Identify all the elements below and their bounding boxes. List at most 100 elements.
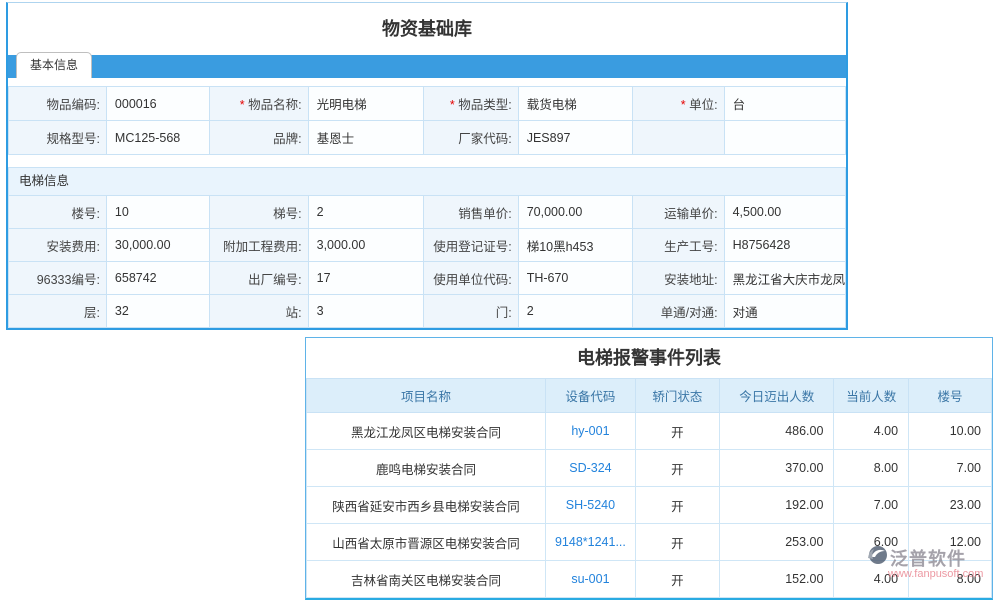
alarm-cell-project: 山西省太原市晋源区电梯安装合同 (307, 524, 546, 561)
device-code-link[interactable]: hy-001 (546, 413, 636, 450)
alarm-table-title: 电梯报警事件列表 (306, 338, 992, 378)
watermark-brand-text: 泛普软件 (890, 545, 966, 571)
basic-info-field-value (724, 121, 845, 155)
elevator-info-field-label: 安装费用: (9, 229, 107, 262)
material-base-panel: 物资基础库 基本信息 物品编码:000016* 物品名称:光明电梯* 物品类型:… (6, 2, 848, 330)
alarm-cell-project: 吉林省南关区电梯安装合同 (307, 561, 546, 598)
elevator-info-field-label: 安装地址: (632, 262, 724, 295)
elevator-info-field-value: H8756428 (724, 229, 845, 262)
alarm-cell-project: 陕西省延安市西乡县电梯安装合同 (307, 487, 546, 524)
alarm-cell-door_status: 开 (635, 561, 719, 598)
alarm-cell-floor: 23.00 (909, 487, 992, 524)
elevator-info-field-value: 梯10黑h453 (518, 229, 632, 262)
elevator-info-field-label: 96333编号: (9, 262, 107, 295)
basic-info-field-label: 品牌: (209, 121, 308, 155)
elevator-info-field-value: 2 (518, 295, 632, 328)
alarm-cell-today_count: 370.00 (720, 450, 834, 487)
basic-info-form: 物品编码:000016* 物品名称:光明电梯* 物品类型:载货电梯* 单位:台规… (8, 86, 846, 155)
elevator-info-field-value: 2 (308, 196, 424, 229)
basic-info-field-value: 光明电梯 (308, 87, 424, 121)
alarm-cell-door_status: 开 (635, 413, 719, 450)
watermark-row: 泛普软件 (866, 544, 998, 571)
alarm-header-row: 项目名称设备代码轿门状态今日迈出人数当前人数楼号 (307, 379, 992, 413)
alarm-cell-today_count: 192.00 (720, 487, 834, 524)
alarm-table-row: 鹿鸣电梯安装合同SD-324开370.008.007.00 (307, 450, 992, 487)
elevator-info-form: 楼号:10梯号:2销售单价:70,000.00运输单价:4,500.00安装费用… (8, 195, 846, 328)
tab-bar: 基本信息 (8, 55, 846, 78)
alarm-cell-door_status: 开 (635, 524, 719, 561)
elevator-info-field-label: 使用单位代码: (424, 262, 519, 295)
elevator-info-field-value: 658742 (106, 262, 209, 295)
elevator-info-field-label: 层: (9, 295, 107, 328)
elevator-info-field-value: 3,000.00 (308, 229, 424, 262)
elevator-info-field-value: TH-670 (518, 262, 632, 295)
elevator-info-field-value: 17 (308, 262, 424, 295)
elevator-info-field-label: 生产工号: (632, 229, 724, 262)
basic-info-field-value: 载货电梯 (518, 87, 632, 121)
basic-info-row: 物品编码:000016* 物品名称:光明电梯* 物品类型:载货电梯* 单位:台 (9, 87, 846, 121)
elevator-info-field-label: 站: (209, 295, 308, 328)
elevator-info-field-label: 出厂编号: (209, 262, 308, 295)
elevator-info-field-label: 使用登记证号: (424, 229, 519, 262)
watermark-url-text: www.fanpusoft.com (888, 568, 998, 580)
alarm-cell-project: 鹿鸣电梯安装合同 (307, 450, 546, 487)
alarm-cell-current_count: 7.00 (834, 487, 909, 524)
elevator-info-field-label: 楼号: (9, 196, 107, 229)
elevator-info-field-value: 黑龙江省大庆市龙凤 (724, 262, 845, 295)
alarm-cell-today_count: 253.00 (720, 524, 834, 561)
device-code-link[interactable]: SD-324 (546, 450, 636, 487)
alarm-cell-today_count: 152.00 (720, 561, 834, 598)
required-asterisk: * (450, 98, 458, 112)
spacer (8, 78, 846, 86)
device-code-link[interactable]: SH-5240 (546, 487, 636, 524)
required-asterisk: * (681, 98, 689, 112)
alarm-column-header: 今日迈出人数 (720, 379, 834, 413)
basic-info-field-label: 规格型号: (9, 121, 107, 155)
elevator-info-field-label: 梯号: (209, 196, 308, 229)
basic-info-field-value: 台 (724, 87, 845, 121)
basic-info-field-value: MC125-568 (106, 121, 209, 155)
alarm-cell-today_count: 486.00 (720, 413, 834, 450)
alarm-table-row: 黑龙江龙凤区电梯安装合同hy-001开486.004.0010.00 (307, 413, 992, 450)
elevator-info-row: 96333编号:658742出厂编号:17使用单位代码:TH-670安装地址:黑… (9, 262, 846, 295)
elevator-info-field-label: 销售单价: (424, 196, 519, 229)
basic-info-field-value: 000016 (106, 87, 209, 121)
alarm-column-header: 设备代码 (546, 379, 636, 413)
alarm-cell-current_count: 8.00 (834, 450, 909, 487)
elevator-info-field-value: 对通 (724, 295, 845, 328)
basic-info-field-label: * 物品名称: (209, 87, 308, 121)
elevator-info-field-value: 32 (106, 295, 209, 328)
basic-info-field-label (632, 121, 724, 155)
elevator-info-field-label: 单通/对通: (632, 295, 724, 328)
alarm-cell-door_status: 开 (635, 487, 719, 524)
required-asterisk: * (240, 98, 248, 112)
alarm-cell-floor: 10.00 (909, 413, 992, 450)
alarm-column-header: 楼号 (909, 379, 992, 413)
page-title: 物资基础库 (8, 3, 846, 55)
elevator-info-row: 安装费用:30,000.00附加工程费用:3,000.00使用登记证号:梯10黑… (9, 229, 846, 262)
elevator-info-field-label: 附加工程费用: (209, 229, 308, 262)
elevator-info-field-label: 运输单价: (632, 196, 724, 229)
elevator-info-row: 层:32站:3门:2单通/对通:对通 (9, 295, 846, 328)
elevator-info-field-value: 30,000.00 (106, 229, 209, 262)
elevator-info-field-value: 4,500.00 (724, 196, 845, 229)
basic-info-field-label: * 物品类型: (424, 87, 519, 121)
alarm-cell-project: 黑龙江龙凤区电梯安装合同 (307, 413, 546, 450)
elevator-info-field-value: 3 (308, 295, 424, 328)
alarm-cell-door_status: 开 (635, 450, 719, 487)
device-code-link[interactable]: su-001 (546, 561, 636, 598)
device-code-link[interactable]: 9148*1241... (546, 524, 636, 561)
alarm-column-header: 项目名称 (307, 379, 546, 413)
elevator-info-section-title: 电梯信息 (8, 167, 846, 195)
basic-info-field-value: 基恩士 (308, 121, 424, 155)
alarm-table-row: 陕西省延安市西乡县电梯安装合同SH-5240开192.007.0023.00 (307, 487, 992, 524)
tab-basic-info[interactable]: 基本信息 (16, 52, 92, 78)
alarm-cell-current_count: 4.00 (834, 413, 909, 450)
basic-info-row: 规格型号:MC125-568品牌:基恩士厂家代码:JES897 (9, 121, 846, 155)
fanpu-logo-icon (866, 544, 888, 571)
elevator-info-field-value: 70,000.00 (518, 196, 632, 229)
basic-info-field-label: 厂家代码: (424, 121, 519, 155)
elevator-info-field-label: 门: (424, 295, 519, 328)
alarm-column-header: 轿门状态 (635, 379, 719, 413)
alarm-column-header: 当前人数 (834, 379, 909, 413)
